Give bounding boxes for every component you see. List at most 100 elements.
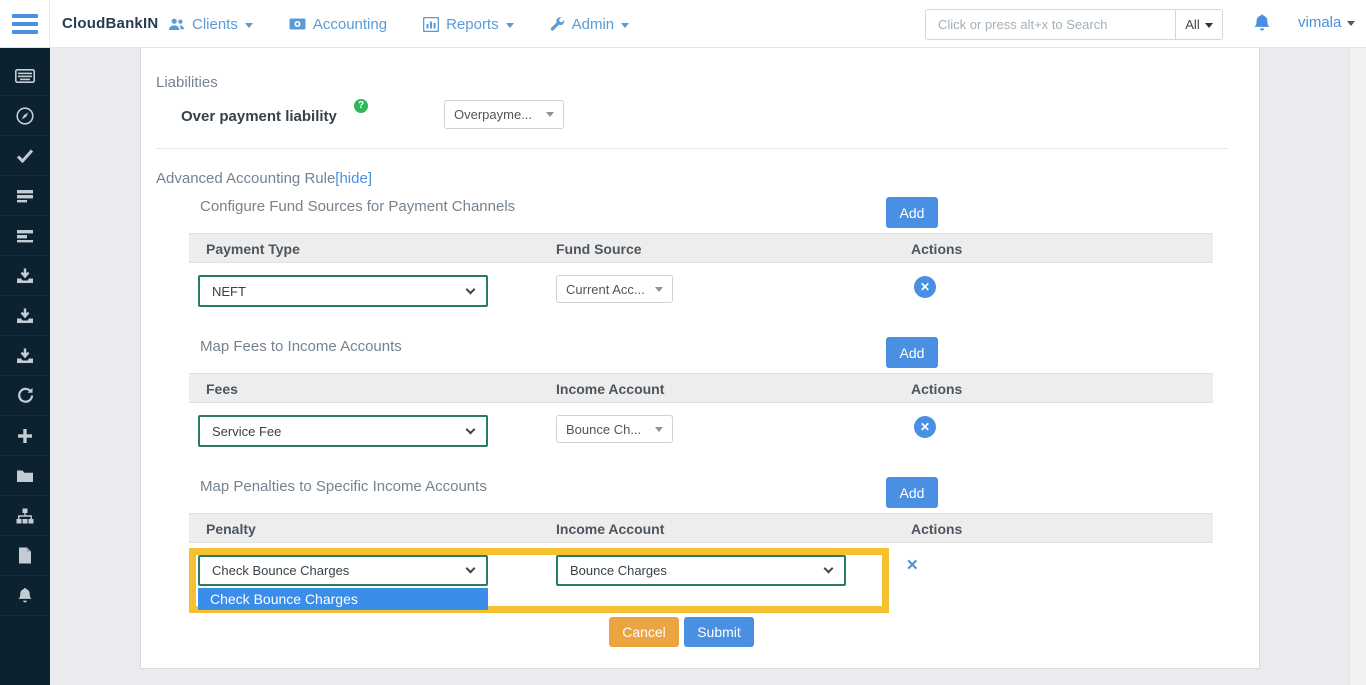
nav-item-clients[interactable]: Clients: [168, 16, 253, 33]
over-payment-liability-select[interactable]: Overpayme...: [444, 100, 564, 129]
search-area: All: [925, 9, 1223, 40]
sidebar-item-refresh[interactable]: [0, 376, 50, 416]
column-header: Income Account: [556, 521, 664, 537]
users-icon: [168, 17, 185, 32]
dropdown-option-highlighted[interactable]: Check Bounce Charges: [198, 588, 488, 610]
penalty-income-account-select[interactable]: Bounce Charges: [556, 555, 846, 586]
download-icon: [16, 268, 34, 284]
fund-source-value: Current Acc...: [566, 282, 645, 297]
question-icon[interactable]: ?: [354, 99, 368, 113]
money-icon: [289, 17, 306, 31]
sidebar-item-folder[interactable]: [0, 456, 50, 496]
sitemap-icon: [16, 508, 34, 524]
bell-icon: [17, 587, 33, 604]
download-icon: [16, 348, 34, 364]
search-input[interactable]: [925, 9, 1175, 40]
add-fee-button[interactable]: Add: [886, 337, 938, 368]
column-header: Actions: [911, 381, 962, 397]
column-header: Actions: [911, 241, 962, 257]
cancel-button[interactable]: Cancel: [609, 617, 679, 647]
chevron-down-icon: [466, 564, 476, 574]
app-logo[interactable]: CloudBankIN: [62, 15, 158, 32]
sidebar-item-list-2[interactable]: [0, 216, 50, 256]
plus-icon: [17, 428, 33, 444]
sidebar-item-list-1[interactable]: [0, 176, 50, 216]
advanced-rule-heading: Advanced Accounting Rule[hide]: [156, 170, 372, 187]
user-menu[interactable]: vimala: [1298, 14, 1355, 31]
sidebar-item-document[interactable]: [0, 536, 50, 576]
list-icon: [16, 229, 34, 243]
column-header: Fees: [206, 381, 238, 397]
add-fund-source-button[interactable]: Add: [886, 197, 938, 228]
chevron-down-icon: [506, 23, 514, 28]
wrench-icon: [550, 17, 565, 32]
sidebar-item-add[interactable]: [0, 416, 50, 456]
download-icon: [16, 308, 34, 324]
delete-circle-icon[interactable]: ✕: [914, 276, 936, 298]
fee-income-account-select[interactable]: Bounce Ch...: [556, 415, 673, 443]
nav-item-label: Accounting: [313, 16, 387, 33]
fee-income-account-value: Bounce Ch...: [566, 422, 641, 437]
section-heading-penalties: Map Penalties to Specific Income Account…: [200, 478, 487, 495]
sidebar-item-sitemap[interactable]: [0, 496, 50, 536]
divider: [156, 148, 1228, 149]
penalty-value: Check Bounce Charges: [212, 563, 349, 578]
bell-icon: [1253, 20, 1271, 37]
top-bar: CloudBankIN Clients Accounting Reports: [0, 0, 1366, 48]
delete-x-icon[interactable]: ✕: [906, 556, 919, 574]
sidebar-item-alerts[interactable]: [0, 576, 50, 616]
fund-source-select[interactable]: Current Acc...: [556, 275, 673, 303]
table-header-penalties: Penalty Income Account Actions: [189, 513, 1213, 543]
penalty-select[interactable]: Check Bounce Charges: [198, 555, 488, 586]
chevron-down-icon: [655, 287, 663, 292]
over-payment-liability-label: Over payment liability: [181, 108, 337, 125]
nav-item-reports[interactable]: Reports: [423, 16, 514, 33]
nav-item-accounting[interactable]: Accounting: [289, 16, 387, 33]
nav-item-admin[interactable]: Admin: [550, 16, 630, 33]
column-header: Fund Source: [556, 241, 642, 257]
folder-icon: [16, 469, 34, 483]
fee-value: Service Fee: [212, 424, 281, 439]
column-header: Income Account: [556, 381, 664, 397]
chevron-down-icon: [245, 23, 253, 28]
sidebar-item-check[interactable]: [0, 136, 50, 176]
sidebar-item-download-3[interactable]: [0, 336, 50, 376]
column-header: Actions: [911, 521, 962, 537]
chevron-down-icon: [621, 23, 629, 28]
submit-button[interactable]: Submit: [684, 617, 754, 647]
chevron-down-icon: [1205, 23, 1213, 28]
nav-item-label: Clients: [192, 16, 238, 33]
table-header-fees: Fees Income Account Actions: [189, 373, 1213, 403]
delete-circle-icon[interactable]: ✕: [914, 416, 936, 438]
section-heading-fees: Map Fees to Income Accounts: [200, 338, 402, 355]
add-penalty-button[interactable]: Add: [886, 477, 938, 508]
chevron-down-icon: [824, 564, 834, 574]
sidebar-item-download-2[interactable]: [0, 296, 50, 336]
file-icon: [18, 547, 32, 564]
payment-type-value: NEFT: [212, 284, 246, 299]
table-header-fund-sources: Payment Type Fund Source Actions: [189, 233, 1213, 263]
content-card: Liabilities Over payment liability ? Ove…: [140, 48, 1260, 669]
sidebar-item-download-1[interactable]: [0, 256, 50, 296]
over-payment-liability-value: Overpayme...: [454, 107, 532, 122]
username: vimala: [1298, 14, 1341, 31]
nav-item-label: Admin: [572, 16, 615, 33]
fee-select[interactable]: Service Fee: [198, 415, 488, 447]
nav-item-label: Reports: [446, 16, 499, 33]
menu-toggle-icon[interactable]: [12, 14, 38, 34]
search-scope-select[interactable]: All: [1175, 9, 1223, 40]
chevron-down-icon: [466, 424, 476, 434]
refresh-icon: [17, 387, 34, 404]
chevron-down-icon: [655, 427, 663, 432]
sidebar-item-keyboard[interactable]: [0, 56, 50, 96]
sidebar-item-compass[interactable]: [0, 96, 50, 136]
notifications-button[interactable]: [1253, 13, 1271, 38]
column-header: Penalty: [206, 521, 256, 537]
hide-toggle-link[interactable]: [hide]: [335, 170, 372, 187]
chevron-down-icon: [546, 112, 554, 117]
scrollbar[interactable]: [1349, 48, 1366, 685]
section-heading-fund-sources: Configure Fund Sources for Payment Chann…: [200, 198, 515, 215]
sidebar: [0, 48, 50, 685]
check-icon: [16, 149, 34, 163]
payment-type-select[interactable]: NEFT: [198, 275, 488, 307]
